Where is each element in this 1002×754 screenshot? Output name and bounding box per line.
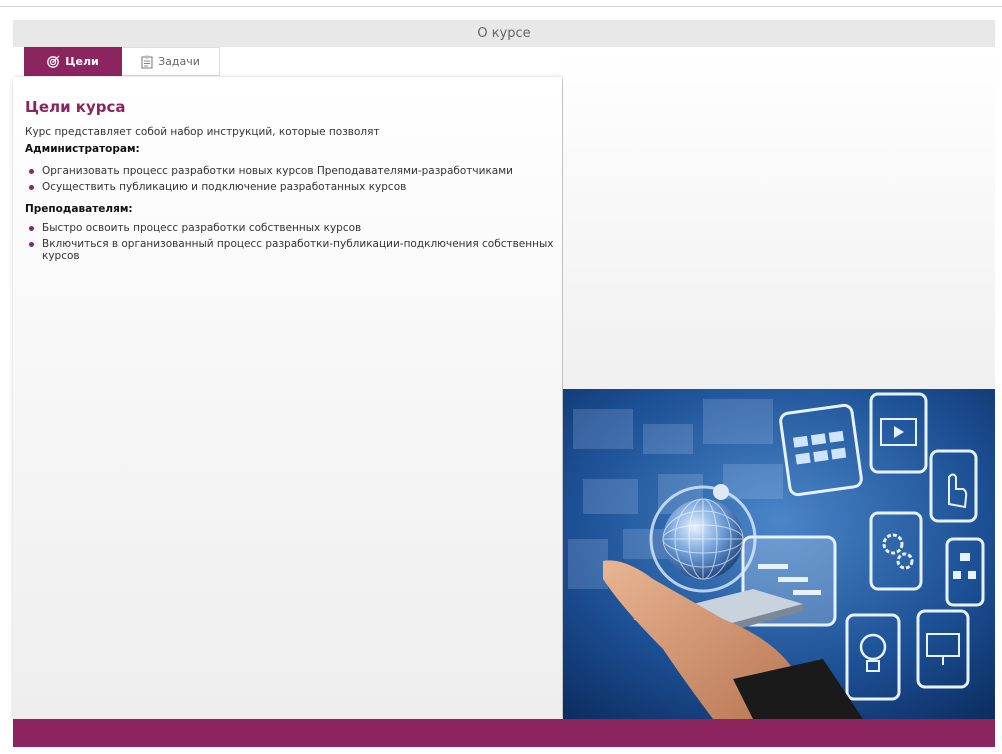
tab-tasks[interactable]: Задачи — [122, 47, 220, 76]
intro-text: Курс представляет собой набор инструкций… — [25, 126, 380, 138]
list-item: Организовать процесс разработки новых ку… — [25, 165, 562, 177]
group-title-admins: Администраторам: — [25, 143, 140, 155]
goals-panel: Цели курса Курс представляет собой набор… — [13, 77, 562, 719]
teachers-list: Быстро освоить процесс разработки собств… — [25, 222, 562, 262]
clipboard-icon — [141, 55, 153, 69]
globe-icon — [649, 484, 757, 593]
admins-list: Организовать процесс разработки новых ку… — [25, 165, 562, 193]
list-item: Включиться в организованный процесс разр… — [25, 238, 562, 262]
top-divider — [0, 6, 1002, 7]
list-item: Быстро освоить процесс разработки собств… — [25, 222, 562, 234]
panel-heading: Цели курса — [25, 98, 126, 116]
page-title: О курсе — [477, 26, 531, 41]
right-background — [563, 47, 995, 390]
tab-goals-label: Цели — [65, 55, 99, 68]
tab-goals[interactable]: Цели — [24, 47, 122, 76]
page-title-bar: О курсе — [13, 20, 995, 47]
group-title-teachers: Преподавателям: — [25, 203, 133, 215]
target-icon — [47, 55, 60, 68]
footer-bar — [13, 719, 995, 747]
list-item: Осуществить публикацию и подключение раз… — [25, 181, 562, 193]
hero-image — [563, 389, 995, 719]
tab-tasks-label: Задачи — [158, 55, 200, 68]
